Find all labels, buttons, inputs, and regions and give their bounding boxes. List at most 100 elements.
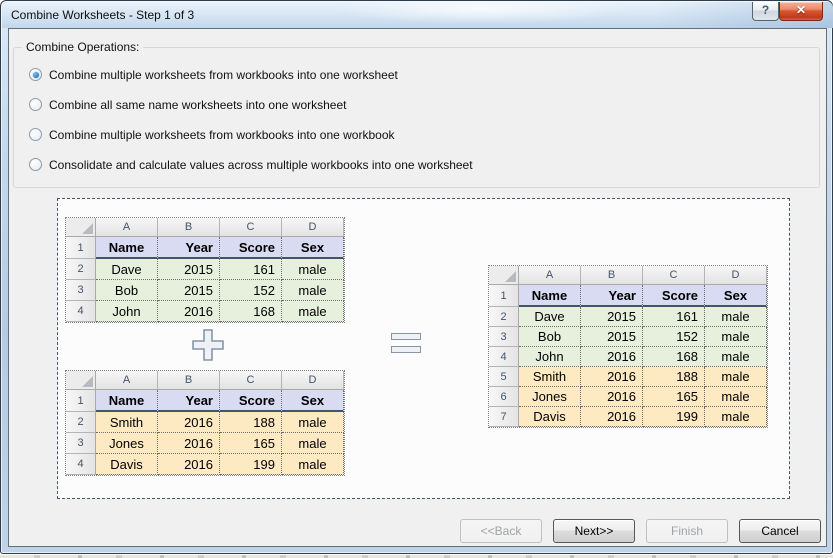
column-header-C: C — [220, 218, 282, 237]
column-header-D: D — [282, 218, 344, 237]
equals-bar-bottom — [391, 346, 421, 353]
cell-D2: male — [282, 412, 344, 433]
plus-icon — [190, 327, 226, 363]
column-header-D: D — [705, 266, 767, 285]
cell-C7: 199 — [643, 407, 705, 427]
row-header-4: 4 — [489, 347, 519, 367]
close-icon: ✕ — [796, 3, 806, 17]
radio-option-4[interactable]: Consolidate and calculate values across … — [29, 156, 473, 173]
cell-A3: Bob — [96, 280, 158, 301]
cell-C6: 165 — [643, 387, 705, 407]
question-icon: ? — [762, 3, 769, 17]
cell-B2: 2015 — [158, 259, 220, 280]
column-header-A: A — [96, 218, 158, 237]
cell-C4: 168 — [220, 301, 282, 322]
cell-A6: Jones — [519, 387, 581, 407]
cell-A2: Smith — [96, 412, 158, 433]
cell-D6: male — [705, 387, 767, 407]
close-button[interactable]: ✕ — [779, 2, 823, 21]
column-header-A: A — [96, 371, 158, 390]
column-header-A: A — [519, 266, 581, 285]
cell-A4: John — [519, 347, 581, 367]
column-header-B: B — [158, 218, 220, 237]
dialog-body: Combine Operations: Combine multiple wor… — [8, 28, 827, 547]
cell-A1: Name — [96, 237, 158, 259]
cell-D2: male — [705, 307, 767, 327]
source-sheet-1: ABCD1NameYearScoreSex2Dave2015161male3Bo… — [65, 217, 345, 323]
back-button: <<Back — [460, 519, 542, 543]
radio-selected-icon[interactable] — [29, 68, 42, 81]
cell-B5: 2016 — [581, 367, 643, 387]
row-header-2: 2 — [66, 412, 96, 433]
cell-C1: Score — [220, 390, 282, 412]
cell-B1: Year — [158, 390, 220, 412]
cell-C4: 199 — [220, 454, 282, 475]
row-header-2: 2 — [66, 259, 96, 280]
cancel-button[interactable]: Cancel — [739, 519, 821, 543]
finish-button: Finish — [646, 519, 728, 543]
cell-D5: male — [705, 367, 767, 387]
row-header-3: 3 — [489, 327, 519, 347]
row-header-1: 1 — [66, 237, 96, 259]
cell-A4: John — [96, 301, 158, 322]
window-title: Combine Worksheets - Step 1 of 3 — [11, 8, 194, 22]
radio-unselected-icon[interactable] — [29, 158, 42, 171]
cell-B2: 2016 — [158, 412, 220, 433]
radio-unselected-icon[interactable] — [29, 128, 42, 141]
cell-B4: 2016 — [158, 454, 220, 475]
cell-C5: 188 — [643, 367, 705, 387]
cell-B6: 2016 — [581, 387, 643, 407]
cell-C3: 152 — [643, 327, 705, 347]
cell-D4: male — [282, 301, 344, 322]
cell-B2: 2015 — [581, 307, 643, 327]
equals-icon — [391, 333, 421, 359]
radio-option-label: Combine all same name worksheets into on… — [49, 98, 346, 112]
cell-A5: Smith — [519, 367, 581, 387]
cell-D3: male — [282, 280, 344, 301]
cell-D1: Sex — [705, 285, 767, 307]
row-header-1: 1 — [489, 285, 519, 307]
cell-C2: 188 — [220, 412, 282, 433]
row-header-6: 6 — [489, 387, 519, 407]
row-header-4: 4 — [66, 454, 96, 475]
column-header-B: B — [158, 371, 220, 390]
column-header-B: B — [581, 266, 643, 285]
next-button[interactable]: Next>> — [553, 519, 635, 543]
cell-D2: male — [282, 259, 344, 280]
row-header-3: 3 — [66, 280, 96, 301]
row-header-4: 4 — [66, 301, 96, 322]
cell-D7: male — [705, 407, 767, 427]
radio-option-label: Combine multiple worksheets from workboo… — [49, 128, 395, 142]
cell-C3: 152 — [220, 280, 282, 301]
equals-bar-top — [391, 333, 421, 340]
cell-A3: Jones — [96, 433, 158, 454]
cell-A2: Dave — [96, 259, 158, 280]
cell-B1: Year — [581, 285, 643, 307]
cell-B3: 2016 — [158, 433, 220, 454]
select-all-corner-cell — [489, 266, 519, 285]
row-header-2: 2 — [489, 307, 519, 327]
cell-D1: Sex — [282, 390, 344, 412]
select-all-corner-cell — [66, 371, 96, 390]
cell-C4: 168 — [643, 347, 705, 367]
cell-D4: male — [705, 347, 767, 367]
cell-B3: 2015 — [581, 327, 643, 347]
radio-option-3[interactable]: Combine multiple worksheets from workboo… — [29, 126, 473, 143]
radio-unselected-icon[interactable] — [29, 98, 42, 111]
radio-option-1[interactable]: Combine multiple worksheets from workboo… — [29, 66, 473, 83]
combine-options-list: Combine multiple worksheets from workboo… — [29, 66, 473, 186]
radio-option-2[interactable]: Combine all same name worksheets into on… — [29, 96, 473, 113]
result-sheet: ABCD1NameYearScoreSex2Dave2015161male3Bo… — [488, 265, 768, 428]
cell-A3: Bob — [519, 327, 581, 347]
cell-B7: 2016 — [581, 407, 643, 427]
screenshot-root: Combine Worksheets - Step 1 of 3 ? ✕ Com… — [0, 0, 833, 558]
cell-B3: 2015 — [158, 280, 220, 301]
dialog-window: Combine Worksheets - Step 1 of 3 ? ✕ Com… — [0, 0, 833, 554]
dialog-footer: <<Back Next>> Finish Cancel — [460, 519, 821, 543]
radio-option-label: Consolidate and calculate values across … — [49, 158, 473, 172]
titlebar-glass-sheen — [332, 2, 632, 24]
title-bar[interactable]: Combine Worksheets - Step 1 of 3 ? ✕ — [2, 2, 833, 28]
cell-C1: Score — [220, 237, 282, 259]
row-header-3: 3 — [66, 433, 96, 454]
help-button[interactable]: ? — [752, 2, 779, 21]
